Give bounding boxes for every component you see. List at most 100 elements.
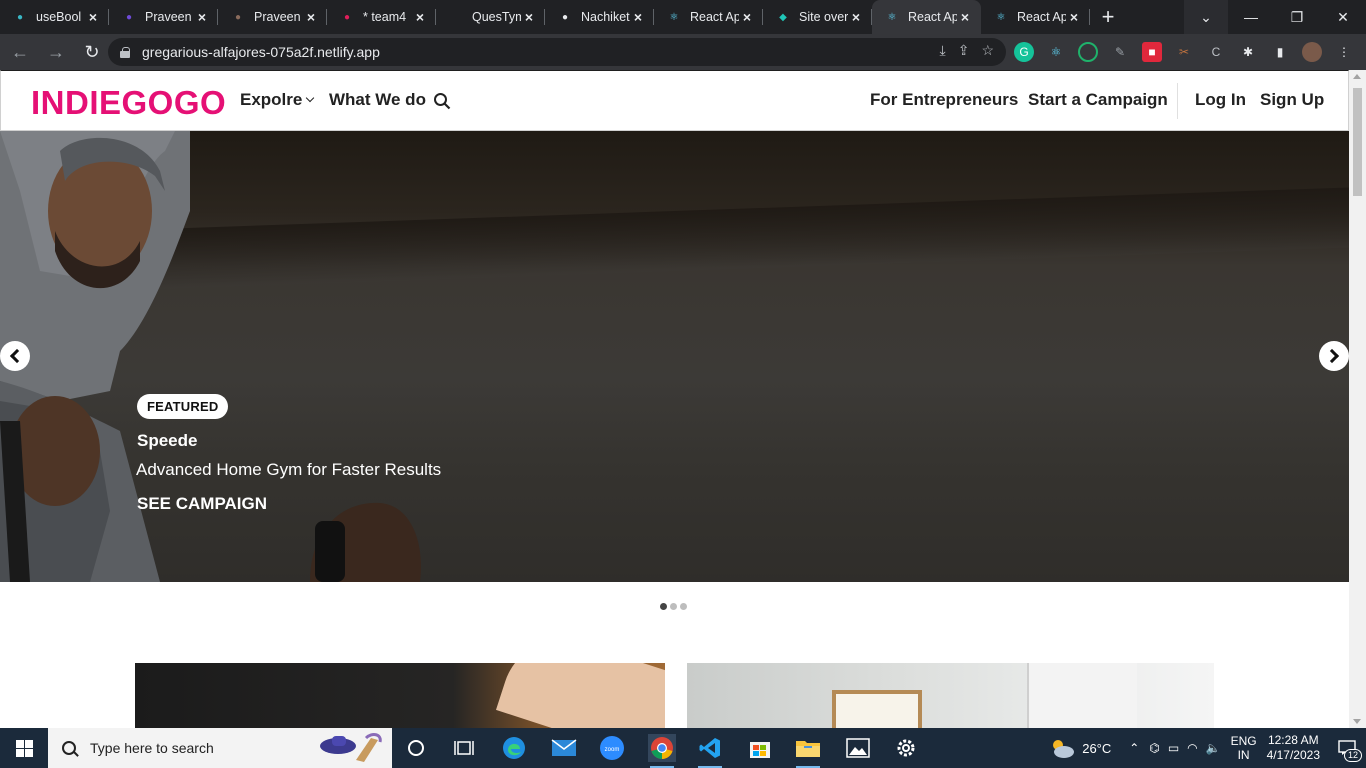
search-icon[interactable] [433, 92, 451, 110]
see-campaign-link[interactable]: SEE CAMPAIGN [137, 494, 267, 514]
css-extension-icon[interactable]: C [1206, 42, 1226, 62]
close-tab-icon[interactable]: × [194, 9, 210, 25]
browser-tab[interactable]: ● Nachiket × [545, 0, 654, 34]
notification-count-badge: 12 [1343, 749, 1362, 762]
edge-icon[interactable] [500, 734, 528, 762]
chrome-icon[interactable] [648, 734, 676, 768]
extensions-puzzle-icon[interactable]: ✱ [1238, 42, 1258, 62]
start-button[interactable] [0, 728, 48, 768]
chevron-up-icon[interactable]: ⌃ [1129, 741, 1139, 755]
browser-tab[interactable]: ● Praveen × [218, 0, 327, 34]
close-tab-icon[interactable]: × [848, 9, 864, 25]
tab-search-chevron-icon[interactable]: ⌄ [1184, 0, 1228, 34]
browser-tab[interactable]: ● useBool × [0, 0, 109, 34]
file-explorer-icon[interactable] [794, 734, 822, 768]
react-devtools-icon[interactable]: ⚛ [1046, 42, 1066, 62]
clock[interactable]: 12:28 AM 4/17/2023 [1267, 733, 1320, 763]
nav-start-campaign[interactable]: Start a Campaign [1028, 90, 1168, 110]
meet-now-icon[interactable]: ⌬ [1149, 741, 1159, 755]
close-window-button[interactable]: ✕ [1320, 0, 1366, 34]
search-highlight-illustration-icon [320, 733, 382, 762]
page-viewport: INDIEGOGO Expolre What We do For Entrepr… [0, 70, 1366, 728]
close-tab-icon[interactable]: × [630, 9, 646, 25]
vscode-icon[interactable] [696, 734, 724, 768]
carousel-dot[interactable] [680, 603, 687, 610]
minimize-button[interactable]: — [1228, 0, 1274, 34]
browser-menu-icon[interactable]: ⋮ [1334, 42, 1354, 62]
browser-tab[interactable]: · QuesTym × [436, 0, 545, 34]
scrollbar-thumb[interactable] [1353, 88, 1362, 196]
browser-tab[interactable]: ◆ Site over × [763, 0, 872, 34]
scroll-down-arrow-icon[interactable] [1353, 719, 1361, 724]
search-icon [62, 741, 76, 755]
language-indicator[interactable]: ENG IN [1231, 734, 1257, 762]
url-text: gregarious-alfajores-075a2f.netlify.app [142, 44, 380, 60]
close-tab-icon[interactable]: × [521, 9, 537, 25]
back-button[interactable]: ← [4, 36, 36, 68]
close-tab-icon[interactable]: × [303, 9, 319, 25]
nav-log-in[interactable]: Log In [1195, 90, 1246, 110]
grammarly-icon[interactable]: G [1014, 42, 1034, 62]
campaign-card-image-2[interactable] [687, 663, 1214, 728]
campaign-title[interactable]: Speede [137, 431, 197, 451]
campaign-card-image-1[interactable] [135, 663, 665, 728]
side-panel-icon[interactable]: ▮ [1270, 42, 1290, 62]
forward-button[interactable]: → [40, 36, 72, 68]
volume-icon[interactable]: 🔈 [1206, 741, 1221, 755]
notifications-button[interactable]: 12 [1334, 728, 1362, 768]
close-tab-icon[interactable]: × [1066, 9, 1082, 25]
page-scrollbar[interactable] [1349, 70, 1366, 728]
indiegogo-logo[interactable]: INDIEGOGO [31, 84, 226, 122]
settings-gear-icon[interactable] [892, 734, 920, 762]
taskbar-search-placeholder: Type here to search [90, 740, 214, 756]
browser-tab[interactable]: ● Praveen × [109, 0, 218, 34]
nav-for-entrepreneurs[interactable]: For Entrepreneurs [870, 90, 1018, 110]
taskbar-search-box[interactable]: Type here to search [48, 728, 392, 768]
browser-tab[interactable]: ⚛ React Ap × [872, 0, 981, 34]
bookmark-star-icon[interactable]: ☆ [981, 42, 994, 59]
browser-tab[interactable]: ⚛ React Ap × [981, 0, 1090, 34]
zoom-icon[interactable]: zoom [598, 734, 626, 762]
carousel-prev-button[interactable] [0, 341, 30, 371]
address-bar[interactable]: gregarious-alfajores-075a2f.netlify.app … [108, 38, 1006, 66]
cortana-icon[interactable] [402, 734, 430, 762]
record-extension-icon[interactable] [1078, 42, 1098, 62]
react-icon: ⚛ [669, 11, 679, 23]
close-tab-icon[interactable]: × [739, 9, 755, 25]
wifi-icon[interactable]: ◠ [1187, 741, 1197, 755]
close-tab-icon[interactable]: × [85, 9, 101, 25]
battery-icon[interactable]: ▭ [1168, 741, 1179, 755]
tab-title: * team4 [363, 10, 407, 24]
close-tab-icon[interactable]: × [412, 9, 428, 25]
color-picker-icon[interactable]: ✎ [1110, 42, 1130, 62]
photos-icon[interactable] [844, 734, 872, 762]
cors-extension-icon[interactable]: ✂ [1174, 42, 1194, 62]
close-tab-icon[interactable]: × [957, 9, 973, 25]
reload-button[interactable]: ↻ [76, 36, 108, 68]
install-app-icon[interactable]: ⤓ [940, 42, 946, 59]
carousel-next-button[interactable] [1319, 341, 1349, 371]
lock-icon[interactable] [120, 47, 130, 58]
screen-recorder-icon[interactable]: ■ [1142, 42, 1162, 62]
mail-icon[interactable] [550, 734, 578, 762]
microsoft-store-icon[interactable] [746, 734, 774, 762]
browser-tab[interactable]: ● * team4 × [327, 0, 436, 34]
browser-tab[interactable]: ⚛ React Ap × [654, 0, 763, 34]
scroll-up-arrow-icon[interactable] [1353, 74, 1361, 79]
new-tab-button[interactable]: + [1090, 0, 1126, 34]
task-view-icon[interactable] [450, 734, 478, 762]
hero-carousel: FEATURED Speede Advanced Home Gym for Fa… [0, 131, 1349, 582]
pokemon-icon: ● [125, 11, 133, 23]
weather-cloud-sun-icon[interactable] [1048, 737, 1076, 759]
carousel-dot[interactable] [670, 603, 677, 610]
restore-button[interactable]: ❐ [1274, 0, 1320, 34]
carousel-dot[interactable] [660, 603, 667, 610]
card-arm-shape [495, 663, 665, 728]
nav-explore[interactable]: Expolre [240, 90, 315, 110]
nav-sign-up[interactable]: Sign Up [1260, 90, 1324, 110]
profile-avatar[interactable] [1302, 42, 1322, 62]
tab-title: Praveen [145, 10, 192, 24]
share-icon[interactable]: ⇪ [958, 42, 970, 59]
nav-what-we-do[interactable]: What We do [329, 90, 426, 110]
weather-temperature[interactable]: 26°C [1082, 741, 1111, 756]
